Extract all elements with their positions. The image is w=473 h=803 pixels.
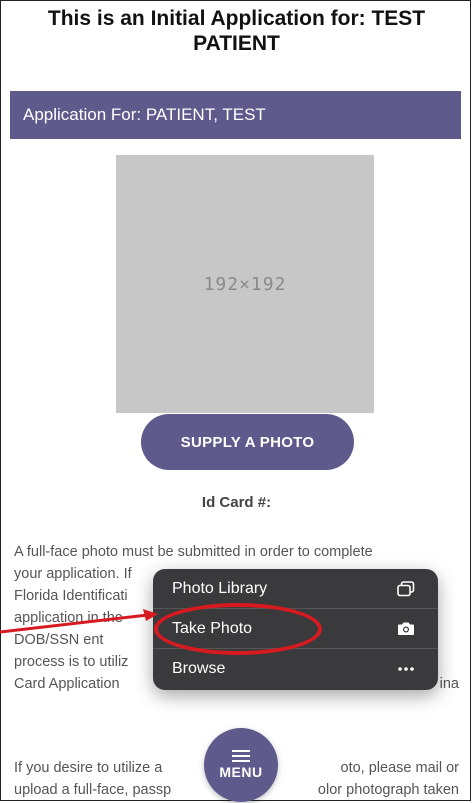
application-for-bar: Application For: PATIENT, TEST — [10, 91, 461, 139]
paragraph-fragment: upload a full-face, passp — [14, 782, 172, 798]
camera-icon — [396, 621, 416, 637]
paragraph-line: A full-face photo must be submitted in o… — [14, 544, 373, 560]
page-title: This is an Initial Application for: TEST… — [0, 6, 473, 56]
paragraph-fragment: ina — [439, 676, 459, 692]
photo-library-label: Photo Library — [172, 579, 268, 597]
more-icon — [396, 661, 416, 677]
photo-library-icon — [396, 580, 416, 597]
menu-label: MENU — [219, 764, 263, 780]
paragraph-fragment: oto, please mail or — [340, 760, 459, 776]
hamburger-icon — [232, 750, 250, 762]
paragraph-fragment: olor photograph taken — [317, 782, 459, 798]
supply-photo-label: SUPPLY A PHOTO — [180, 433, 315, 451]
id-card-label: Id Card #: — [201, 494, 272, 511]
menu-button[interactable]: MENU — [204, 728, 278, 802]
take-photo-highlight-ring — [154, 603, 322, 655]
page-title-line1: This is an Initial Application for: TEST — [47, 7, 426, 30]
browse-label: Browse — [172, 660, 226, 677]
paragraph-fragment: Card Application — [14, 676, 120, 692]
browse-option[interactable]: Browse — [153, 649, 438, 689]
pointer-arrow-icon — [0, 609, 158, 634]
photo-library-option[interactable]: Photo Library — [153, 569, 438, 609]
application-for-label: Application For: PATIENT, TEST — [23, 105, 266, 124]
supply-photo-button[interactable]: SUPPLY A PHOTO — [141, 414, 354, 470]
paragraph-fragment: If you desire to utilize a — [14, 760, 163, 776]
photo-placeholder-text: 192×192 — [203, 273, 287, 295]
photo-placeholder-image: 192×192 — [116, 155, 374, 413]
page-title-line2: PATIENT — [193, 32, 280, 55]
